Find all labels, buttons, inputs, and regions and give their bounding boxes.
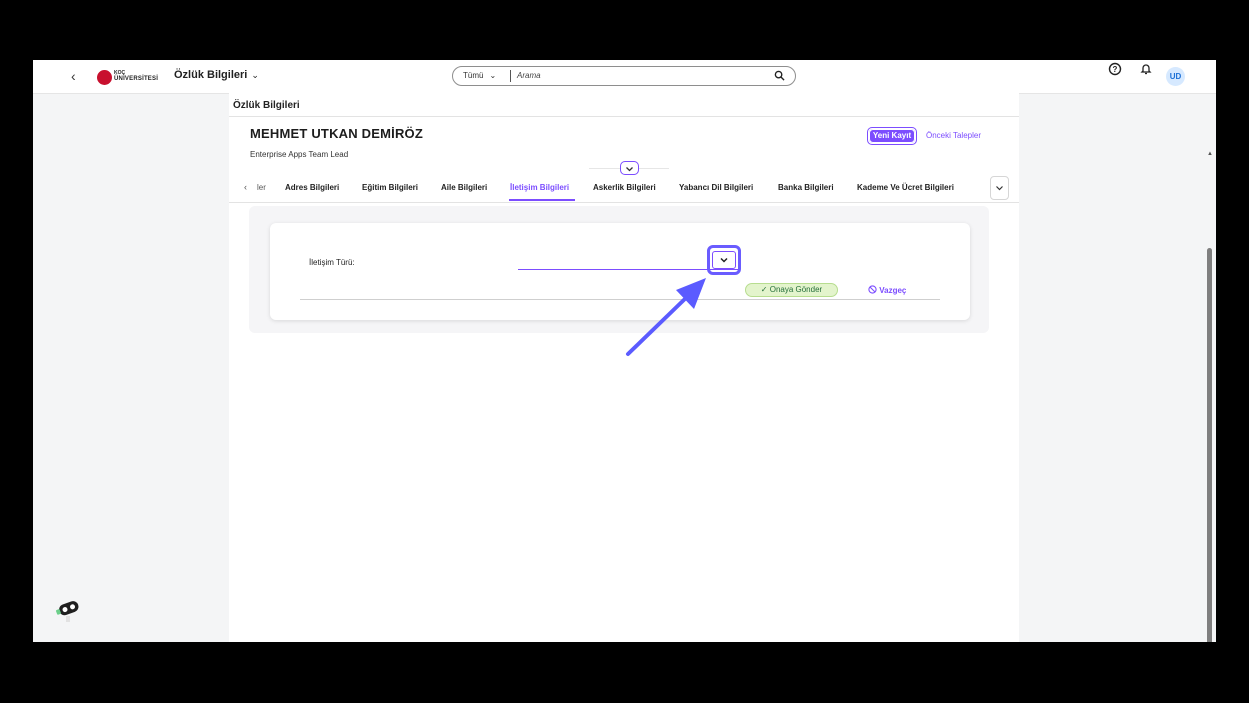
tab-bank[interactable]: Banka Bilgileri (778, 183, 834, 192)
logo-line2: ÜNİVERSİTESİ (114, 76, 159, 82)
tab-language[interactable]: Yabancı Dil Bilgileri (679, 183, 753, 192)
send-for-approval-button[interactable]: ✓ Onaya Gönder (745, 283, 838, 297)
employee-role: Enterprise Apps Team Lead (250, 150, 349, 159)
page-title: Özlük Bilgileri (233, 100, 300, 111)
search-scope-select[interactable]: Tümü ⌄ (463, 71, 496, 80)
tab-partial[interactable]: ler (257, 183, 266, 192)
check-icon: ✓ (760, 285, 770, 294)
approve-label: Onaya Gönder (769, 285, 823, 294)
form-card: İletişim Türü: ✓ Onaya Gönder Vazgeç (270, 223, 970, 320)
back-icon[interactable]: ‹ (71, 68, 76, 84)
collapse-header-button[interactable] (620, 161, 639, 175)
avatar[interactable]: UD (1166, 67, 1185, 86)
cancel-label: Vazgeç (879, 286, 907, 295)
tab-address[interactable]: Adres Bilgileri (285, 183, 339, 192)
tab-bar: ‹ ler Adres Bilgileri Eğitim Bilgileri A… (229, 178, 1019, 203)
search-input[interactable]: Arama (517, 71, 541, 80)
scrollbar[interactable] (1207, 248, 1212, 642)
scroll-up-icon[interactable]: ▲ (1207, 151, 1213, 157)
previous-requests-link[interactable]: Önceki Talepler (926, 131, 981, 140)
app-window: ‹ KOÇ ÜNİVERSİTESİ Özlük Bilgileri ⌄ Tümü… (33, 60, 1216, 642)
university-logo[interactable]: KOÇ ÜNİVERSİTESİ (97, 70, 159, 85)
search-scope-label: Tümü (463, 71, 484, 80)
form-divider (300, 299, 940, 300)
help-icon[interactable]: ? (1108, 62, 1122, 76)
chevron-down-icon: ⌄ (251, 70, 259, 80)
tab-military[interactable]: Askerlik Bilgileri (593, 183, 656, 192)
chevron-down-icon (626, 167, 633, 172)
contact-type-select[interactable] (518, 253, 739, 270)
app-title-menu[interactable]: Özlük Bilgileri ⌄ (174, 69, 259, 81)
highlight-box (707, 245, 741, 275)
tab-overflow-button[interactable] (990, 176, 1009, 200)
chevron-down-icon: ⌄ (489, 71, 497, 80)
search-bar: Tümü ⌄ Arama (452, 66, 796, 86)
bell-icon[interactable] (1139, 62, 1153, 76)
tab-family[interactable]: Aile Bilgileri (441, 183, 487, 192)
cancel-icon (868, 285, 877, 294)
logo-emblem (97, 70, 112, 85)
contact-type-label: İletişim Türü: (309, 258, 355, 267)
chevron-down-icon (996, 186, 1003, 191)
app-title: Özlük Bilgileri (174, 69, 248, 81)
divider (229, 116, 1019, 117)
search-icon[interactable] (774, 70, 785, 81)
tab-contact[interactable]: İletişim Bilgileri (510, 183, 569, 192)
cancel-button[interactable]: Vazgeç (868, 285, 906, 295)
tab-grade-salary[interactable]: Kademe Ve Ücret Bilgileri (857, 183, 954, 192)
employee-name: MEHMET UTKAN DEMİRÖZ (250, 126, 423, 141)
new-record-button[interactable]: Yeni Kayıt (869, 129, 915, 143)
search-separator (510, 70, 511, 82)
tab-education[interactable]: Eğitim Bilgileri (362, 183, 418, 192)
svg-text:?: ? (1113, 65, 1118, 74)
page-panel: Özlük Bilgileri MEHMET UTKAN DEMİRÖZ Ent… (229, 93, 1213, 642)
active-tab-indicator (509, 199, 575, 201)
shell-bar: ‹ KOÇ ÜNİVERSİTESİ Özlük Bilgileri ⌄ Tümü… (33, 60, 1216, 94)
chevron-left-icon[interactable]: ‹ (244, 182, 247, 192)
assistant-icon[interactable] (54, 597, 82, 623)
